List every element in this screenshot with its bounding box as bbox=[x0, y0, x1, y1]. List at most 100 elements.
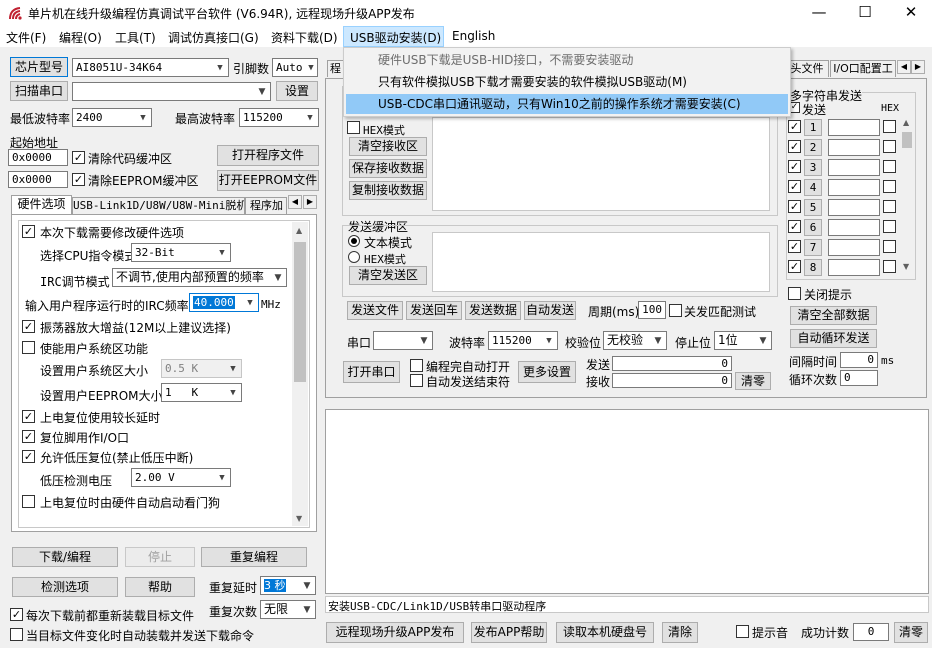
multi-send-row-button[interactable]: 4 bbox=[804, 179, 822, 196]
text-mode-radio[interactable] bbox=[348, 235, 360, 247]
send-enter-button[interactable]: 发送回车 bbox=[406, 301, 462, 320]
scan-port-button[interactable]: 扫描串口 bbox=[10, 81, 68, 101]
user-system-size-select[interactable]: 0.5 K ▼ bbox=[161, 359, 242, 378]
multi-send-checkbox[interactable] bbox=[788, 220, 801, 233]
multi-string-input[interactable] bbox=[828, 159, 880, 176]
max-baud-select[interactable]: 115200 ▼ bbox=[239, 108, 319, 127]
open-port-button[interactable]: 打开串口 bbox=[343, 361, 400, 383]
oscillator-gain-checkbox[interactable] bbox=[22, 320, 35, 333]
user-system-area-checkbox[interactable] bbox=[22, 341, 35, 354]
remote-upgrade-publish-button[interactable]: 远程现场升级APP发布 bbox=[326, 622, 464, 643]
tab-scroll-left-icon[interactable]: ◀ bbox=[288, 195, 302, 209]
rx-hex-mode-checkbox[interactable] bbox=[347, 121, 360, 134]
scroll-down-icon[interactable]: ▼ bbox=[903, 262, 909, 271]
parity-select[interactable]: 无校验 ▼ bbox=[603, 331, 667, 350]
clear-receive-button[interactable]: 清空接收区 bbox=[349, 137, 427, 156]
multi-string-scrollbar[interactable]: ▲ ▼ bbox=[900, 116, 914, 276]
menu-tools[interactable]: 工具(T) bbox=[115, 29, 156, 46]
multi-hex-checkbox[interactable] bbox=[883, 160, 896, 173]
open-eeprom-file-button[interactable]: 打开EEPROM文件 bbox=[217, 170, 319, 191]
multi-send-row-button[interactable]: 1 bbox=[804, 119, 822, 136]
multi-send-row-button[interactable]: 7 bbox=[804, 239, 822, 256]
close-match-checkbox[interactable] bbox=[669, 304, 682, 317]
open-program-file-button[interactable]: 打开程序文件 bbox=[217, 145, 319, 166]
eeprom-start-address-input[interactable]: 0x0000 bbox=[8, 171, 68, 188]
irc-frequency-input[interactable]: 40.000 ▼ bbox=[189, 293, 259, 312]
receive-text-area[interactable] bbox=[432, 117, 770, 211]
multi-string-input[interactable] bbox=[828, 259, 880, 276]
close-tip-checkbox[interactable] bbox=[788, 287, 801, 300]
multi-send-row-button[interactable]: 3 bbox=[804, 159, 822, 176]
baud-rate-select[interactable]: 115200 ▼ bbox=[488, 331, 558, 350]
auto-open-checkbox[interactable] bbox=[410, 359, 423, 372]
menu-download[interactable]: 资料下载(D) bbox=[271, 29, 338, 46]
multi-send-checkbox[interactable] bbox=[788, 180, 801, 193]
multi-hex-checkbox[interactable] bbox=[883, 140, 896, 153]
menu-debug[interactable]: 调试仿真接口(G) bbox=[168, 29, 259, 46]
multi-send-checkbox[interactable] bbox=[788, 140, 801, 153]
tab-program-encrypt[interactable]: 程序加 bbox=[245, 197, 287, 214]
clear-eeprom-buffer-checkbox[interactable] bbox=[72, 173, 85, 186]
long-reset-delay-checkbox[interactable] bbox=[22, 410, 35, 423]
tab-header-file[interactable]: 头文件 bbox=[785, 60, 829, 77]
menu-item-usb-cdc-driver[interactable]: USB-CDC串口通讯驱动，只有Win10之前的操作系统才需要安装(C) bbox=[346, 94, 788, 114]
repeat-count-select[interactable]: 无限 ▼ bbox=[260, 600, 316, 619]
menu-file[interactable]: 文件(F) bbox=[6, 29, 46, 46]
cpu-mode-select[interactable]: 32-Bit ▼ bbox=[131, 243, 231, 262]
tab-io-config[interactable]: I/O口配置工 bbox=[830, 60, 896, 77]
multi-string-input[interactable] bbox=[828, 179, 880, 196]
min-baud-select[interactable]: 2400 ▼ bbox=[72, 108, 152, 127]
auto-loop-send-button[interactable]: 自动循环发送 bbox=[790, 329, 877, 348]
send-file-button[interactable]: 发送文件 bbox=[347, 301, 403, 320]
repeat-delay-select[interactable]: 3 秒 ▼ bbox=[260, 576, 316, 595]
modify-hardware-checkbox[interactable] bbox=[22, 225, 35, 238]
multi-send-row-button[interactable]: 5 bbox=[804, 199, 822, 216]
menu-usb-driver[interactable]: USB驱动安装(D) bbox=[350, 29, 441, 46]
multi-send-row-button[interactable]: 8 bbox=[804, 259, 822, 276]
multi-string-input[interactable] bbox=[828, 199, 880, 216]
menu-item-hid-info[interactable]: 硬件USB下载是USB-HID接口，不需要安装驱动 bbox=[346, 50, 788, 70]
close-button[interactable]: ✕ bbox=[888, 0, 932, 26]
reload-file-checkbox[interactable] bbox=[10, 608, 23, 621]
multi-string-input[interactable] bbox=[828, 219, 880, 236]
send-text-area[interactable] bbox=[432, 232, 770, 292]
tx-hex-mode-radio[interactable] bbox=[348, 251, 360, 263]
settings-button[interactable]: 设置 bbox=[276, 81, 318, 101]
reset-pin-io-checkbox[interactable] bbox=[22, 430, 35, 443]
clear-code-buffer-checkbox[interactable] bbox=[72, 151, 85, 164]
menu-english[interactable]: English bbox=[452, 29, 495, 43]
watchdog-auto-checkbox[interactable] bbox=[22, 495, 35, 508]
scroll-up-icon[interactable]: ▲ bbox=[296, 226, 302, 235]
tab-usb-link-offline[interactable]: USB-Link1D/U8W/U8W-Mini脱机 bbox=[72, 197, 245, 214]
scroll-thumb[interactable] bbox=[294, 242, 306, 382]
multi-send-row-button[interactable]: 6 bbox=[804, 219, 822, 236]
multi-send-checkbox[interactable] bbox=[788, 200, 801, 213]
multi-send-checkbox[interactable] bbox=[788, 240, 801, 253]
clear-send-button[interactable]: 清空发送区 bbox=[349, 266, 427, 285]
tab-hardware-options[interactable]: 硬件选项 bbox=[11, 195, 72, 214]
output-log-area[interactable] bbox=[325, 409, 929, 594]
multi-send-row-button[interactable]: 2 bbox=[804, 139, 822, 156]
scroll-down-icon[interactable]: ▼ bbox=[296, 514, 302, 523]
menu-program[interactable]: 编程(O) bbox=[59, 29, 102, 46]
repeat-program-button[interactable]: 重复编程 bbox=[201, 547, 307, 567]
scroll-up-icon[interactable]: ▲ bbox=[903, 118, 909, 127]
chip-model-select[interactable]: AI8051U-34K64 ▼ bbox=[72, 58, 229, 77]
tab-scroll-right-icon[interactable]: ▶ bbox=[303, 195, 317, 209]
irc-mode-select[interactable]: 不调节,使用内部预置的频率 ▼ bbox=[112, 268, 287, 287]
minimize-button[interactable]: — bbox=[796, 0, 842, 26]
serial-port-select[interactable]: ▼ bbox=[72, 82, 271, 101]
tab-scroll-right-icon[interactable]: ▶ bbox=[911, 60, 925, 74]
auto-end-checkbox[interactable] bbox=[410, 374, 423, 387]
period-input[interactable]: 100 bbox=[638, 301, 666, 319]
send-data-button[interactable]: 发送数据 bbox=[465, 301, 521, 320]
code-start-address-input[interactable]: 0x0000 bbox=[8, 149, 68, 166]
save-receive-button[interactable]: 保存接收数据 bbox=[349, 159, 427, 178]
multi-hex-checkbox[interactable] bbox=[883, 200, 896, 213]
menu-item-sim-usb-driver[interactable]: 只有软件模拟USB下载才需要安装的软件模拟USB驱动(M) bbox=[346, 72, 788, 92]
options-scrollbar[interactable]: ▲ ▼ bbox=[292, 222, 308, 526]
chip-model-button[interactable]: 芯片型号 bbox=[10, 57, 68, 77]
stop-bits-select[interactable]: 1位 ▼ bbox=[714, 331, 772, 350]
multi-send-checkbox[interactable] bbox=[788, 260, 801, 273]
multi-send-checkbox[interactable] bbox=[788, 120, 801, 133]
